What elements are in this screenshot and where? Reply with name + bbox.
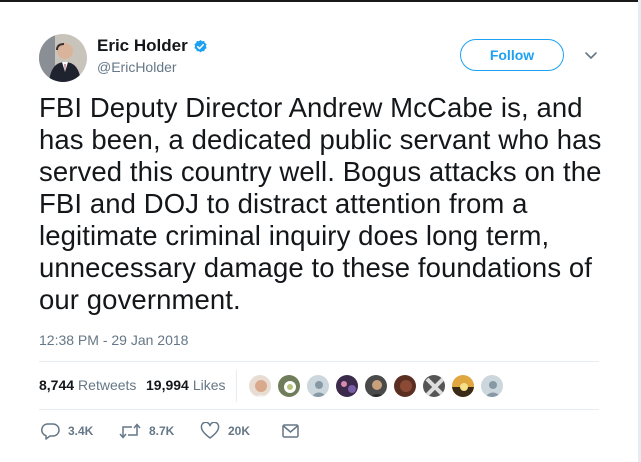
tweet-card: Eric Holder @EricHolder Follow FBI Deput…	[0, 0, 638, 462]
retweet-button[interactable]: 8.7K	[119, 422, 174, 440]
author-handle[interactable]: @EricHolder	[97, 59, 177, 75]
divider	[39, 361, 599, 362]
verified-badge-icon	[193, 39, 208, 54]
envelope-icon	[281, 422, 301, 440]
likes-label: Likes	[192, 377, 226, 393]
tweet-text: FBI Deputy Director Andrew McCabe is, an…	[39, 92, 602, 315]
retweet-count: 8.7K	[149, 424, 175, 438]
author-name[interactable]: Eric Holder	[97, 36, 188, 56]
retweets-label: Retweets	[78, 377, 137, 393]
stats-separator	[236, 370, 237, 402]
divider	[39, 409, 599, 410]
like-button[interactable]: 20K	[200, 422, 250, 440]
author-avatar[interactable]	[39, 34, 87, 82]
liker-avatar[interactable]	[480, 374, 504, 398]
chevron-down-icon[interactable]	[584, 48, 598, 59]
liker-avatar[interactable]	[364, 374, 388, 398]
retweet-icon	[119, 422, 141, 440]
tweet-timestamp[interactable]: 12:38 PM - 29 Jan 2018	[39, 332, 188, 348]
like-count: 20K	[228, 424, 251, 438]
likes-stat[interactable]: 19,994 Likes	[146, 377, 226, 393]
retweets-count: 8,744	[39, 377, 75, 393]
liker-avatar[interactable]	[335, 374, 359, 398]
reply-button[interactable]: 3.4K	[40, 422, 93, 440]
liker-avatar[interactable]	[393, 374, 417, 398]
liker-avatars	[248, 374, 504, 398]
likes-count: 19,994	[146, 377, 189, 393]
reply-count: 3.4K	[68, 424, 94, 438]
author-name-row: Eric Holder	[97, 36, 208, 56]
liker-avatar[interactable]	[277, 374, 301, 398]
direct-message-button[interactable]	[281, 422, 301, 440]
liker-avatar[interactable]	[451, 374, 475, 398]
follow-button[interactable]: Follow	[460, 39, 564, 71]
liker-avatar[interactable]	[306, 374, 330, 398]
liker-avatar[interactable]	[422, 374, 446, 398]
liker-avatar[interactable]	[248, 374, 272, 398]
reply-icon	[40, 422, 60, 440]
heart-icon	[200, 422, 220, 440]
retweets-stat[interactable]: 8,744 Retweets	[39, 377, 136, 393]
